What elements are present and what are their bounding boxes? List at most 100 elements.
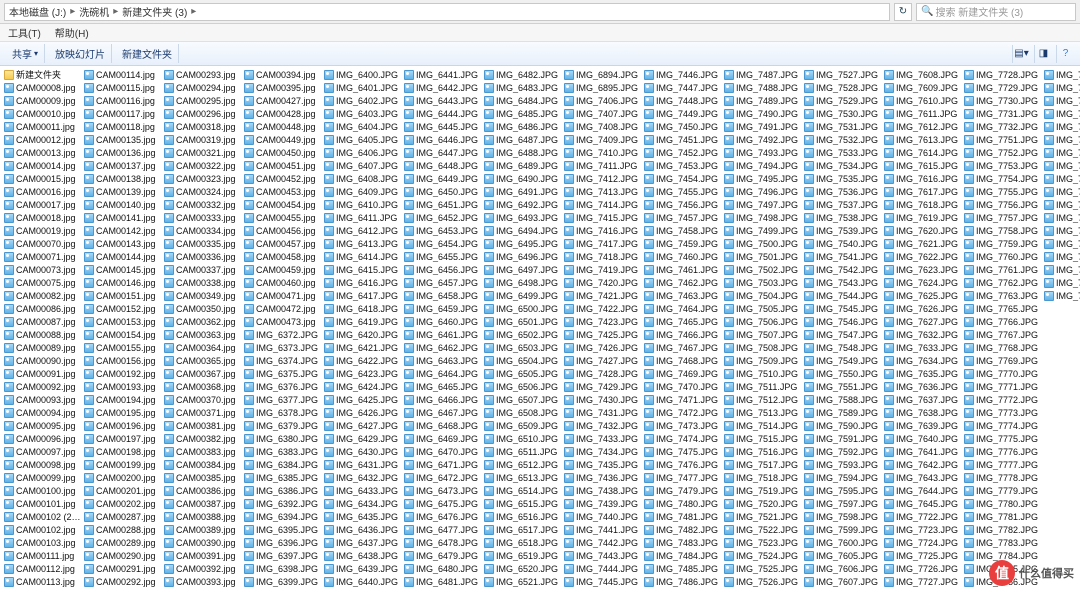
image-file-item[interactable]: IMG_7780.JPG bbox=[964, 497, 1042, 510]
image-file-item[interactable]: CAM00390.jpg bbox=[164, 536, 242, 549]
image-file-item[interactable]: IMG_7525.JPG bbox=[724, 562, 802, 575]
image-file-item[interactable]: IMG_6403.JPG bbox=[324, 107, 402, 120]
image-file-item[interactable]: IMG_6442.JPG bbox=[404, 81, 482, 94]
image-file-item[interactable]: IMG_7616.JPG bbox=[884, 172, 962, 185]
image-file-item[interactable]: IMG_7423.JPG bbox=[564, 315, 642, 328]
image-file-item[interactable]: CAM00336.jpg bbox=[164, 250, 242, 263]
image-file-item[interactable]: CAM00091.jpg bbox=[4, 367, 82, 380]
image-file-item[interactable]: IMG_7727.JPG bbox=[884, 575, 962, 588]
image-file-item[interactable]: IMG_6443.JPG bbox=[404, 94, 482, 107]
image-file-item[interactable]: IMG_6895.JPG bbox=[564, 81, 642, 94]
image-file-item[interactable]: IMG_7494.JPG bbox=[724, 159, 802, 172]
image-file-item[interactable]: IMG_7588.JPG bbox=[804, 393, 882, 406]
image-file-item[interactable]: CAM00324.jpg bbox=[164, 185, 242, 198]
image-file-item[interactable]: IMG_7751.JPG bbox=[964, 133, 1042, 146]
image-file-item[interactable]: IMG_6506.JPG bbox=[484, 380, 562, 393]
image-file-item[interactable]: IMG_6402.JPG bbox=[324, 94, 402, 107]
image-file-item[interactable]: IMG_7637.JPG bbox=[884, 393, 962, 406]
image-file-item[interactable]: IMG_7514.JPG bbox=[724, 419, 802, 432]
image-file-item[interactable]: IMG_7551.JPG bbox=[804, 380, 882, 393]
image-file-item[interactable]: IMG_7511.JPG bbox=[724, 380, 802, 393]
image-file-item[interactable]: CAM00428.jpg bbox=[244, 107, 322, 120]
image-file-item[interactable]: IMG_6436.JPG bbox=[324, 523, 402, 536]
image-file-item[interactable]: IMG_7416.JPG bbox=[564, 224, 642, 237]
image-file-item[interactable]: IMG_7593.JPG bbox=[804, 458, 882, 471]
image-file-item[interactable]: CAM00153.jpg bbox=[84, 315, 162, 328]
image-file-item[interactable]: IMG_7548.JPG bbox=[804, 341, 882, 354]
image-file-item[interactable]: IMG_7433.JPG bbox=[564, 432, 642, 445]
image-file-item[interactable]: IMG_6513.JPG bbox=[484, 471, 562, 484]
image-file-item[interactable]: IMG_6500.JPG bbox=[484, 302, 562, 315]
image-file-item[interactable]: IMG_6452.JPG bbox=[404, 211, 482, 224]
image-file-item[interactable]: IMG_7614.JPG bbox=[884, 146, 962, 159]
image-file-item[interactable]: IMG_6491.JPG bbox=[484, 185, 562, 198]
image-file-item[interactable]: IMG_7443.JPG bbox=[564, 549, 642, 562]
image-file-item[interactable]: IMG_7636.JPG bbox=[884, 380, 962, 393]
image-file-item[interactable]: IMG_7518.JPG bbox=[724, 471, 802, 484]
image-file-item[interactable]: CAM00334.jpg bbox=[164, 224, 242, 237]
image-file-item[interactable]: IMG_7538.JPG bbox=[804, 211, 882, 224]
image-file-item[interactable]: IMG_6461.JPG bbox=[404, 328, 482, 341]
image-file-item[interactable]: IMG_6460.JPG bbox=[404, 315, 482, 328]
image-file-item[interactable]: CAM00350.jpg bbox=[164, 302, 242, 315]
image-file-item[interactable]: IMG_7509.JPG bbox=[724, 354, 802, 367]
image-file-item[interactable]: IMG_7591.JPG bbox=[804, 432, 882, 445]
image-file-item[interactable]: IMG_7723.JPG bbox=[884, 523, 962, 536]
image-file-item[interactable]: IMG_7425.JPG bbox=[564, 328, 642, 341]
image-file-item[interactable]: IMG_7407.JPG bbox=[564, 107, 642, 120]
image-file-item[interactable]: IMG_7537.JPG bbox=[804, 198, 882, 211]
image-file-item[interactable]: IMG_6494.JPG bbox=[484, 224, 562, 237]
image-file-item[interactable]: CAM00096.jpg bbox=[4, 432, 82, 445]
image-file-item[interactable]: IMG_6404.JPG bbox=[324, 120, 402, 133]
image-file-item[interactable]: IMG_7491.JPG bbox=[724, 120, 802, 133]
image-file-item[interactable]: CAM00291.jpg bbox=[84, 562, 162, 575]
image-file-item[interactable]: CAM00117.jpg bbox=[84, 107, 162, 120]
image-file-item[interactable]: IMG_6453.JPG bbox=[404, 224, 482, 237]
image-file-item[interactable]: IMG_7729.JPG bbox=[964, 81, 1042, 94]
image-file-item[interactable]: IMG_6487.JPG bbox=[484, 133, 562, 146]
image-file-item[interactable]: CAM00394.jpg bbox=[244, 68, 322, 81]
image-file-item[interactable]: IMG_7781.JPG bbox=[964, 510, 1042, 523]
image-file-item[interactable]: CAM00013.jpg bbox=[4, 146, 82, 159]
image-file-item[interactable]: IMG_6435.JPG bbox=[324, 510, 402, 523]
image-file-item[interactable]: IMG_7496.JPG bbox=[724, 185, 802, 198]
image-file-item[interactable]: CAM00472.jpg bbox=[244, 302, 322, 315]
image-file-item[interactable]: CAM00008.jpg bbox=[4, 81, 82, 94]
image-file-item[interactable]: IMG_7493.JPG bbox=[724, 146, 802, 159]
image-file-item[interactable]: IMG_6432.JPG bbox=[324, 471, 402, 484]
image-file-item[interactable]: IMG_7605.JPG bbox=[804, 549, 882, 562]
image-file-item[interactable]: IMG_7465.JPG bbox=[644, 315, 722, 328]
image-file-item[interactable]: IMG_6454.JPG bbox=[404, 237, 482, 250]
image-file-item[interactable]: IMG_6411.JPG bbox=[324, 211, 402, 224]
image-file-item[interactable]: CAM00093.jpg bbox=[4, 393, 82, 406]
image-file-item[interactable]: IMG_7639.JPG bbox=[884, 419, 962, 432]
image-file-item[interactable]: IMG_7599.JPG bbox=[804, 523, 882, 536]
image-file-item[interactable]: IMG_7444.JPG bbox=[564, 562, 642, 575]
image-file-item[interactable]: CAM00338.jpg bbox=[164, 276, 242, 289]
image-file-item[interactable]: IMG_7544.JPG bbox=[804, 289, 882, 302]
image-file-item[interactable]: IMG_7472.JPG bbox=[644, 406, 722, 419]
image-file-item[interactable]: IMG_7789.JPG bbox=[1044, 81, 1080, 94]
image-file-item[interactable]: CAM00112.jpg bbox=[4, 562, 82, 575]
image-file-item[interactable]: IMG_7439.JPG bbox=[564, 497, 642, 510]
image-file-item[interactable]: CAM00144.jpg bbox=[84, 250, 162, 263]
breadcrumb-seg[interactable]: 洗碗机 bbox=[79, 4, 109, 19]
image-file-item[interactable]: IMG_6406.JPG bbox=[324, 146, 402, 159]
image-file-item[interactable]: CAM00367.jpg bbox=[164, 367, 242, 380]
image-file-item[interactable]: IMG_7503.JPG bbox=[724, 276, 802, 289]
image-file-item[interactable]: IMG_7607.JPG bbox=[804, 575, 882, 588]
image-file-item[interactable]: IMG_7777.JPG bbox=[964, 458, 1042, 471]
image-file-item[interactable]: IMG_6412.JPG bbox=[324, 224, 402, 237]
image-file-item[interactable]: IMG_7477.JPG bbox=[644, 471, 722, 484]
image-file-item[interactable]: CAM00011.jpg bbox=[4, 120, 82, 133]
image-file-item[interactable]: CAM00010.jpg bbox=[4, 107, 82, 120]
image-file-item[interactable]: IMG_7489.JPG bbox=[724, 94, 802, 107]
image-file-item[interactable]: IMG_6511.JPG bbox=[484, 445, 562, 458]
image-file-item[interactable]: CAM00086.jpg bbox=[4, 302, 82, 315]
image-file-item[interactable]: IMG_7543.JPG bbox=[804, 276, 882, 289]
image-file-item[interactable]: IMG_7772.JPG bbox=[964, 393, 1042, 406]
image-file-item[interactable]: IMG_7615.JPG bbox=[884, 159, 962, 172]
image-file-item[interactable]: IMG_6478.JPG bbox=[404, 536, 482, 549]
image-file-item[interactable]: IMG_7411.JPG bbox=[564, 159, 642, 172]
image-file-item[interactable]: CAM00136.jpg bbox=[84, 146, 162, 159]
